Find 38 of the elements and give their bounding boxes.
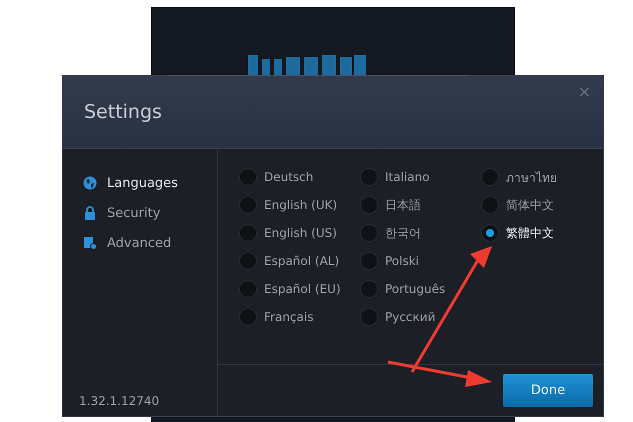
language-option[interactable]: 繁體中文: [481, 224, 554, 242]
radio-button[interactable]: [360, 196, 378, 214]
language-option[interactable]: Português: [360, 280, 446, 298]
radio-button[interactable]: [239, 280, 257, 298]
language-option[interactable]: Deutsch: [239, 168, 314, 186]
radio-button[interactable]: [239, 196, 257, 214]
language-option[interactable]: Français: [239, 308, 314, 326]
dialog-title: Settings: [84, 101, 162, 123]
radio-button[interactable]: [239, 168, 257, 186]
language-option[interactable]: Español (EU): [239, 280, 341, 298]
language-option[interactable]: Italiano: [360, 168, 430, 186]
radio-button[interactable]: [360, 224, 378, 242]
radio-button[interactable]: [481, 196, 499, 214]
radio-button[interactable]: [360, 168, 378, 186]
radio-button[interactable]: [360, 252, 378, 270]
language-option[interactable]: English (US): [239, 224, 337, 242]
radio-button[interactable]: [239, 308, 257, 326]
sidebar-item[interactable]: Advanced: [83, 228, 176, 258]
radio-button[interactable]: [239, 252, 257, 270]
sidebar-item[interactable]: Languages: [83, 168, 182, 198]
language-option[interactable]: Русский: [360, 308, 436, 326]
sidebar-item[interactable]: Security: [83, 198, 164, 228]
radio-button[interactable]: [360, 308, 378, 326]
lock-icon: [83, 206, 97, 220]
language-option[interactable]: English (UK): [239, 196, 338, 214]
radio-button[interactable]: [481, 168, 499, 186]
radio-button[interactable]: [481, 224, 499, 242]
version-label: 1.32.1.12740: [79, 394, 160, 408]
language-option[interactable]: Español (AL): [239, 252, 340, 270]
language-option[interactable]: 한국어: [360, 224, 421, 242]
globe-icon: [83, 176, 97, 190]
radio-button[interactable]: [239, 224, 257, 242]
language-option[interactable]: ภาษาไทย: [481, 168, 557, 186]
done-button[interactable]: Done: [503, 374, 593, 407]
radio-button[interactable]: [360, 280, 378, 298]
language-option[interactable]: 日本語: [360, 196, 421, 214]
language-option[interactable]: Polski: [360, 252, 420, 270]
language-option[interactable]: 简体中文: [481, 196, 554, 214]
